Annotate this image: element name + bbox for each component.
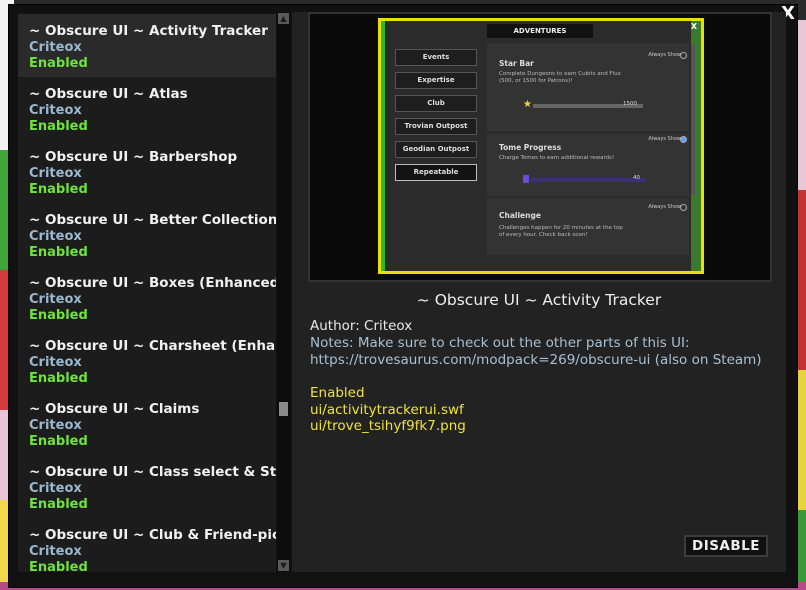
scroll-up-button[interactable]: ▲ xyxy=(278,13,289,24)
mod-list-item[interactable]: ~ Obscure UI ~ Boxes (Enhanced UI)Criteo… xyxy=(18,266,276,329)
mod-item-author: Criteox xyxy=(29,103,82,118)
mod-notes: Notes: Make sure to check out the other … xyxy=(310,335,780,368)
scroll-down-button[interactable]: ▼ xyxy=(278,560,289,571)
mod-item-title: ~ Obscure UI ~ Boxes (Enhanced UI) xyxy=(29,275,276,291)
preview-close-icon: X xyxy=(690,22,697,31)
mod-list-scrollbar[interactable]: ▲ ▼ xyxy=(277,12,290,572)
mod-item-title: ~ Obscure UI ~ Charsheet (Enhanced UI) xyxy=(29,338,276,354)
mod-list-item[interactable]: ~ Obscure UI ~ Club & Friend-pickerCrite… xyxy=(18,518,276,572)
mod-list-item[interactable]: ~ Obscure UI ~ Atlas Criteox Enabled xyxy=(18,77,276,140)
mod-list: ~ Obscure UI ~ Activity Tracker Criteox En… xyxy=(18,14,276,572)
mod-item-author: Criteox xyxy=(29,544,82,559)
file-entry: ui/activitytrackerui.swf xyxy=(310,401,464,418)
mod-item-status: Enabled xyxy=(29,56,88,71)
mod-title: ~ Obscure UI ~ Activity Tracker xyxy=(416,291,662,309)
mod-item-author: Criteox xyxy=(29,355,82,370)
mod-item-title: ~ Obscure UI ~ Activity Tracker xyxy=(29,23,268,39)
mod-item-status: Enabled xyxy=(29,308,88,323)
mod-detail-panel: ADVENTURES X Events Expertise Club Trovi… xyxy=(292,12,786,572)
mod-item-status: Enabled xyxy=(29,371,88,386)
mod-list-item[interactable]: ~ Obscure UI ~ Charsheet (Enhanced UI)Cr… xyxy=(18,329,276,392)
mod-item-status: Enabled xyxy=(29,119,88,134)
preview-section-tome: Always Show Tome Progress Charge Tomes t… xyxy=(487,134,689,196)
mod-item-status: Enabled xyxy=(29,245,88,260)
disable-button[interactable]: DISABLE xyxy=(684,535,768,557)
mod-list-item[interactable]: ~ Obscure UI ~ Better Collections Criteox… xyxy=(18,203,276,266)
mod-author: Author: Criteox xyxy=(310,318,413,334)
star-icon: ★ xyxy=(523,99,532,110)
mod-list-item[interactable]: ~ Obscure UI ~ Barbershop Criteox Enabled xyxy=(18,140,276,203)
mod-item-status: Enabled xyxy=(29,434,88,449)
mod-item-author: Criteox xyxy=(29,418,82,433)
mod-item-title: ~ Obscure UI ~ Better Collections xyxy=(29,212,276,228)
preview-tab: Expertise xyxy=(395,72,477,89)
preview-tab: Events xyxy=(395,49,477,66)
mod-list-item[interactable]: ~ Obscure UI ~ Activity Tracker Criteox En… xyxy=(18,14,276,77)
mod-item-title: ~ Obscure UI ~ Class select & Store (Qui… xyxy=(29,464,276,480)
notes-link: https://trovesaurus.com/modpack=269/obsc… xyxy=(310,351,762,368)
scroll-thumb[interactable] xyxy=(279,402,288,416)
preview-tab: Repeatable xyxy=(395,164,477,181)
mod-item-title: ~ Obscure UI ~ Barbershop xyxy=(29,149,238,165)
mod-files: Enabled ui/activitytrackerui.swf ui/trov… xyxy=(310,385,466,435)
mod-item-title: ~ Obscure UI ~ Claims xyxy=(29,401,200,417)
preview-tab: Club xyxy=(395,95,477,112)
mod-status: Enabled xyxy=(310,385,365,401)
preview-section-challenge: Always Show Challenge Challenges happen … xyxy=(487,199,689,255)
file-entry: ui/trove_tsihyf9fk7.png xyxy=(310,418,466,434)
mod-item-status: Enabled xyxy=(29,560,88,572)
tome-icon xyxy=(523,175,529,183)
mod-item-author: Criteox xyxy=(29,166,82,181)
mod-list-item[interactable]: ~ Obscure UI ~ Class select & Store (Qui… xyxy=(18,455,276,518)
mod-item-author: Criteox xyxy=(29,229,82,244)
mod-item-status: Enabled xyxy=(29,182,88,197)
mod-item-status: Enabled xyxy=(29,497,88,512)
preview-window-title: ADVENTURES xyxy=(487,24,593,38)
mod-item-title: ~ Obscure UI ~ Atlas xyxy=(29,86,188,102)
mod-list-item[interactable]: ~ Obscure UI ~ Claims Criteox Enabled xyxy=(18,392,276,455)
mod-item-author: Criteox xyxy=(29,292,82,307)
adventures-screenshot: ADVENTURES X Events Expertise Club Trovi… xyxy=(378,18,704,274)
mod-item-author: Criteox xyxy=(29,481,82,496)
mod-preview-image: ADVENTURES X Events Expertise Club Trovi… xyxy=(308,12,772,282)
preview-section-star-bar: Always Show Star Bar Complete Dungeons t… xyxy=(487,43,689,131)
mod-item-title: ~ Obscure UI ~ Club & Friend-picker xyxy=(29,527,276,543)
preview-tab: Trovian Outpost xyxy=(395,118,477,135)
mod-item-author: Criteox xyxy=(29,40,82,55)
preview-tab: Geodian Outpost xyxy=(395,141,477,158)
